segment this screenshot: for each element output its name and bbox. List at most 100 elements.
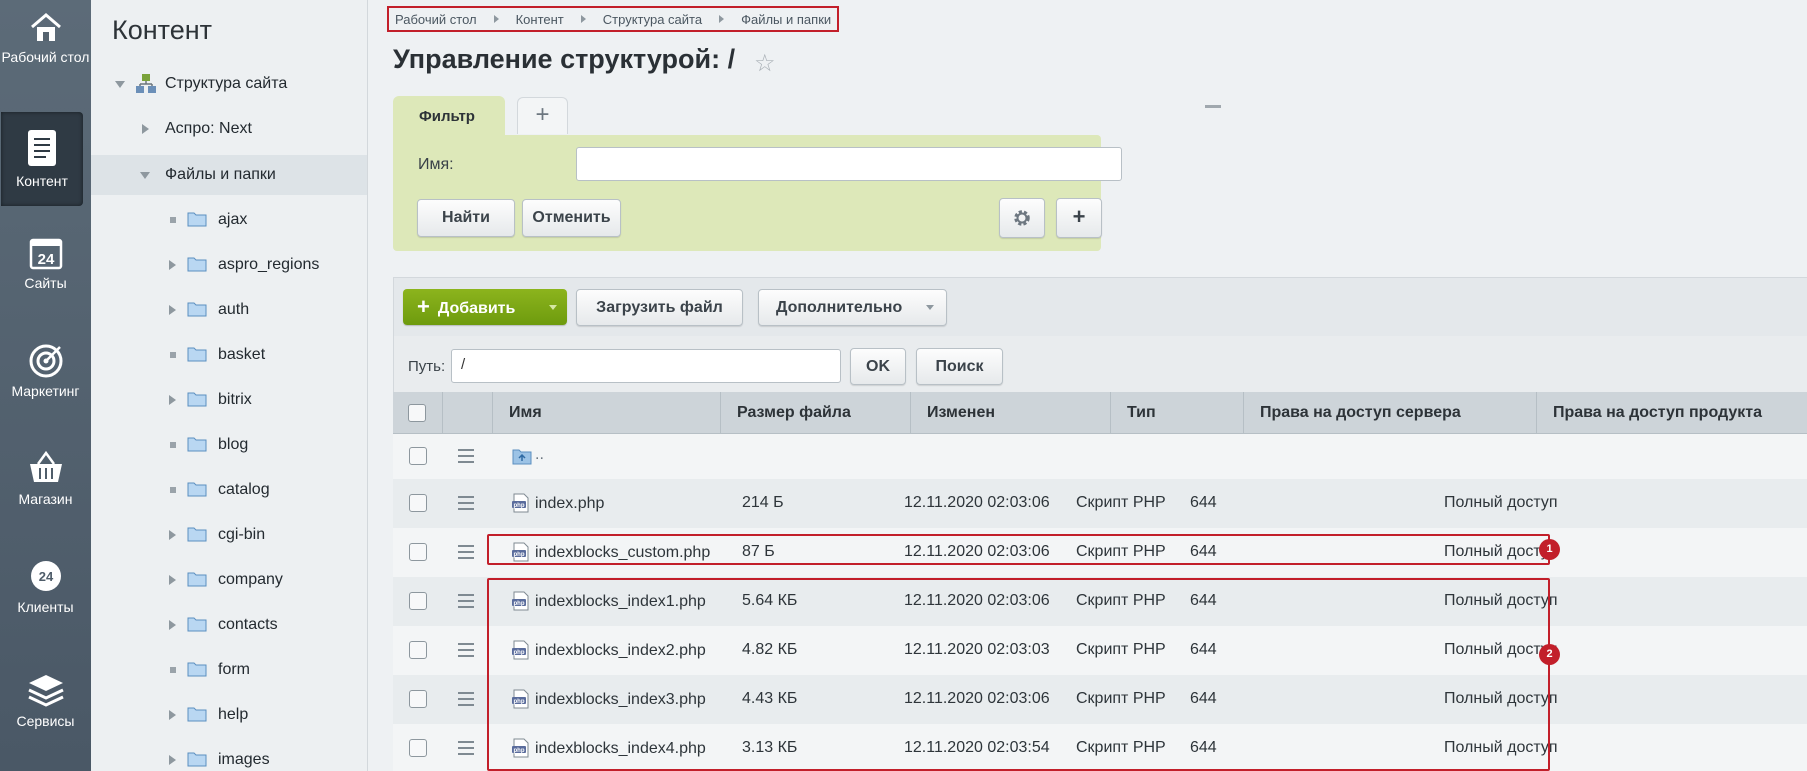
more-actions-button[interactable]: Дополнительно: [758, 289, 947, 326]
tab-filter[interactable]: Фильтр: [393, 96, 505, 136]
chevron-right-icon[interactable]: [169, 395, 176, 405]
column-modified[interactable]: Изменен: [910, 392, 1110, 434]
tree-folder-form[interactable]: form: [91, 650, 367, 690]
row-checkbox[interactable]: [409, 543, 427, 561]
file-name[interactable]: index.php: [535, 495, 604, 513]
rail-item-marketing[interactable]: Маркетинг: [0, 342, 91, 399]
select-all-checkbox[interactable]: [408, 404, 426, 422]
tree-item-site-structure[interactable]: Структура сайта: [91, 64, 367, 104]
breadcrumb-item-content[interactable]: Контент: [516, 12, 564, 27]
search-button[interactable]: Поиск: [916, 348, 1003, 385]
column-type[interactable]: Тип: [1110, 392, 1243, 434]
filter-panel: Имя: Найти Отменить +: [393, 135, 1122, 251]
breadcrumb-item-files[interactable]: Файлы и папки: [741, 12, 831, 27]
add-filter-tab-button[interactable]: +: [517, 97, 568, 134]
tree-folder-help[interactable]: help: [91, 695, 367, 735]
row-checkbox[interactable]: [409, 690, 427, 708]
name-field-label: Имя:: [418, 156, 454, 173]
ok-button[interactable]: OK: [850, 348, 906, 385]
row-menu-icon[interactable]: [458, 643, 474, 657]
chevron-right-icon[interactable]: [169, 260, 176, 270]
gear-icon: [1014, 210, 1030, 226]
annotation-badge-2: 2: [1539, 644, 1560, 665]
table-row-up[interactable]: ..: [393, 434, 1807, 479]
table-row[interactable]: php index.php 214 Б 12.11.2020 02:03:06 Скри…: [393, 479, 1807, 528]
row-menu-icon[interactable]: [458, 449, 474, 463]
row-menu-icon[interactable]: [458, 545, 474, 559]
cancel-button[interactable]: Отменить: [522, 199, 621, 237]
column-server-rights[interactable]: Права на доступ сервера: [1243, 392, 1536, 434]
minimize-filter-icon[interactable]: [1205, 105, 1221, 108]
folder-icon: [187, 257, 207, 272]
tree-folder-images[interactable]: images: [91, 740, 367, 771]
target-icon: [29, 344, 62, 378]
tree-folder-contacts[interactable]: contacts: [91, 605, 367, 645]
leaf-dot-icon: [170, 217, 176, 223]
rail-item-services[interactable]: Сервисы: [0, 672, 91, 729]
chevron-right-icon[interactable]: [169, 755, 176, 765]
folder-up-icon: [512, 449, 532, 465]
row-checkbox[interactable]: [409, 592, 427, 610]
rail-item-desktop[interactable]: Рабочий стол: [0, 12, 91, 65]
tree-folder-bitrix[interactable]: bitrix: [91, 380, 367, 420]
breadcrumb-item-desktop[interactable]: Рабочий стол: [395, 12, 477, 27]
tree-folder-label: images: [218, 751, 270, 768]
column-size[interactable]: Размер файла: [720, 392, 910, 434]
php-file-icon: php: [512, 493, 529, 513]
row-menu-icon[interactable]: [458, 496, 474, 510]
chevron-down-icon[interactable]: [140, 172, 150, 179]
tree-folder-basket[interactable]: basket: [91, 335, 367, 375]
chevron-right-icon[interactable]: [169, 620, 176, 630]
column-name[interactable]: Имя: [492, 392, 720, 434]
chevron-down-icon[interactable]: [549, 305, 557, 310]
tree-folder-catalog[interactable]: catalog: [91, 470, 367, 510]
rail-item-shop[interactable]: Магазин: [0, 450, 91, 507]
tree-folder-company[interactable]: company: [91, 560, 367, 600]
files-table: Имя Размер файла Изменен Тип Права на до…: [393, 392, 1807, 771]
chevron-down-icon[interactable]: [115, 81, 125, 88]
row-checkbox[interactable]: [409, 641, 427, 659]
tree-item-aspro-next[interactable]: Аспро: Next: [91, 109, 367, 149]
chevron-right-icon[interactable]: [169, 710, 176, 720]
chevron-right-icon[interactable]: [169, 530, 176, 540]
column-product-rights[interactable]: Права на доступ продукта: [1536, 392, 1807, 434]
chevron-right-icon[interactable]: [169, 575, 176, 585]
path-input[interactable]: /: [451, 349, 841, 383]
favorite-star-icon[interactable]: ☆: [754, 49, 776, 78]
row-menu-icon[interactable]: [458, 692, 474, 706]
main-content: Рабочий стол Контент Структура сайта Фай…: [369, 0, 1807, 771]
up-link[interactable]: ..: [535, 446, 544, 464]
svg-text:24: 24: [37, 251, 54, 268]
filter-settings-button[interactable]: [999, 198, 1045, 238]
breadcrumb-item-site-structure[interactable]: Структура сайта: [603, 12, 702, 27]
tree-folder-cgi-bin[interactable]: cgi-bin: [91, 515, 367, 555]
folder-icon: [187, 527, 207, 542]
upload-file-button[interactable]: Загрузить файл: [576, 289, 743, 326]
row-menu-icon[interactable]: [458, 741, 474, 755]
rail-item-sites[interactable]: 24 Сайты: [0, 236, 91, 291]
tree-item-files-and-folders[interactable]: Файлы и папки: [91, 155, 367, 195]
tree-folder-aspro_regions[interactable]: aspro_regions: [91, 245, 367, 285]
row-checkbox[interactable]: [409, 447, 427, 465]
rail-item-clients[interactable]: 24 Клиенты: [0, 558, 91, 615]
find-button[interactable]: Найти: [417, 199, 515, 237]
chevron-right-icon[interactable]: [142, 124, 149, 134]
tree-folder-auth[interactable]: auth: [91, 290, 367, 330]
tree-folder-label: blog: [218, 436, 249, 453]
tree-folder-blog[interactable]: blog: [91, 425, 367, 465]
chevron-right-icon[interactable]: [169, 305, 176, 315]
rail-item-content[interactable]: Контент: [1, 112, 83, 206]
add-filter-field-button[interactable]: +: [1056, 198, 1102, 238]
file-product-rights: Полный доступ: [1444, 494, 1558, 511]
tree-folder-label: form: [218, 661, 250, 678]
name-filter-input[interactable]: [576, 147, 1122, 181]
row-checkbox[interactable]: [409, 739, 427, 757]
tree-folder-label: basket: [218, 346, 266, 363]
tree-folder-label: help: [218, 706, 249, 723]
tree-folder-label: aspro_regions: [218, 256, 320, 273]
add-button[interactable]: + Добавить: [403, 289, 567, 325]
row-checkbox[interactable]: [409, 494, 427, 512]
tree-folder-ajax[interactable]: ajax: [91, 200, 367, 240]
clients-24-icon: 24: [30, 561, 61, 591]
row-menu-icon[interactable]: [458, 594, 474, 608]
